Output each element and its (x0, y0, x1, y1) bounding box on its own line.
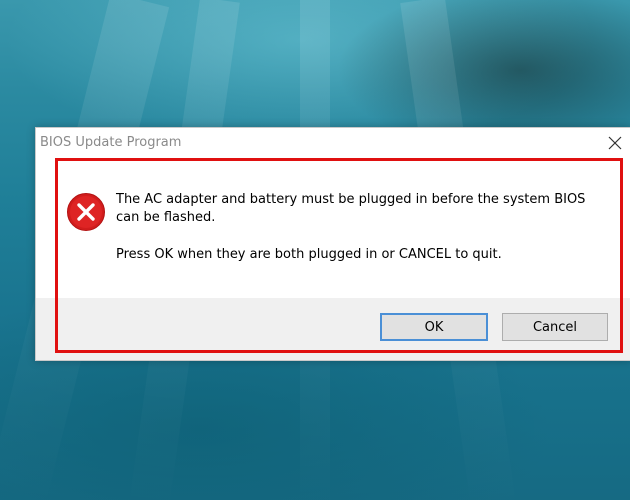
message-line-1: The AC adapter and battery must be plugg… (116, 192, 586, 225)
close-icon (608, 136, 622, 150)
close-button[interactable] (604, 132, 626, 154)
cancel-button[interactable]: Cancel (502, 313, 608, 341)
bios-update-dialog: BIOS Update Program The AC adapter and b… (35, 127, 630, 361)
button-bar: OK Cancel (36, 298, 630, 360)
title-bar: BIOS Update Program (36, 128, 630, 158)
message-line-2: Press OK when they are both plugged in o… (116, 247, 502, 262)
window-title: BIOS Update Program (40, 135, 182, 150)
ok-button[interactable]: OK (380, 313, 488, 341)
dialog-content: The AC adapter and battery must be plugg… (36, 158, 630, 298)
error-message: The AC adapter and battery must be plugg… (116, 191, 606, 264)
desktop-background: BIOS Update Program The AC adapter and b… (0, 0, 630, 500)
error-icon (67, 193, 105, 231)
